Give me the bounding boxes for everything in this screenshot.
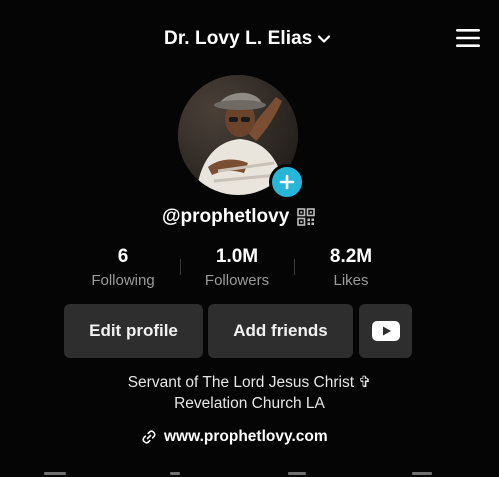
account-name: Dr. Lovy L. Elias	[164, 28, 313, 49]
profile-stats: 6 Following 1.0M Followers 8.2M Likes	[66, 245, 408, 293]
add-friends-button[interactable]: Add friends	[208, 304, 353, 358]
username: @prophetlovy	[162, 206, 290, 227]
tab-videos[interactable]	[44, 472, 66, 475]
tab-liked[interactable]	[412, 472, 432, 475]
edit-profile-button[interactable]: Edit profile	[64, 304, 203, 358]
tab-private[interactable]	[170, 472, 180, 475]
stat-value: 8.2M	[329, 246, 373, 267]
stat-label: Following	[91, 272, 155, 289]
qr-code-icon[interactable]	[297, 208, 316, 226]
website-url: www.prophetlovy.com	[164, 428, 328, 445]
profile-header: Dr. Lovy L. Elias	[0, 0, 499, 78]
youtube-icon	[371, 321, 400, 341]
hamburger-menu-icon[interactable]	[455, 28, 481, 48]
bio-line: Servant of The Lord Jesus Christ ✞	[127, 374, 372, 391]
stat-label: Likes	[333, 272, 369, 289]
youtube-button[interactable]	[359, 304, 412, 358]
profile-bio: Servant of The Lord Jesus Christ ✞ Revel…	[0, 372, 499, 414]
chevron-down-icon	[318, 35, 331, 43]
add-story-button[interactable]	[269, 164, 305, 200]
content-tabs	[0, 468, 499, 477]
plus-icon	[279, 174, 295, 190]
username-row: @prophetlovy	[162, 205, 316, 229]
avatar-container	[178, 75, 305, 200]
tab-reposts[interactable]	[288, 472, 306, 475]
stat-value: 1.0M	[215, 246, 259, 267]
stat-followers[interactable]: 1.0M Followers	[180, 245, 294, 291]
stat-following[interactable]: 6 Following	[66, 245, 180, 291]
link-icon	[142, 430, 156, 444]
stat-label: Followers	[204, 272, 270, 289]
stat-value: 6	[117, 246, 129, 267]
bio-line: Revelation Church LA	[174, 395, 325, 412]
account-switcher[interactable]: Dr. Lovy L. Elias	[164, 27, 332, 51]
stat-likes[interactable]: 8.2M Likes	[294, 245, 408, 291]
website-link[interactable]: www.prophetlovy.com	[141, 426, 328, 448]
